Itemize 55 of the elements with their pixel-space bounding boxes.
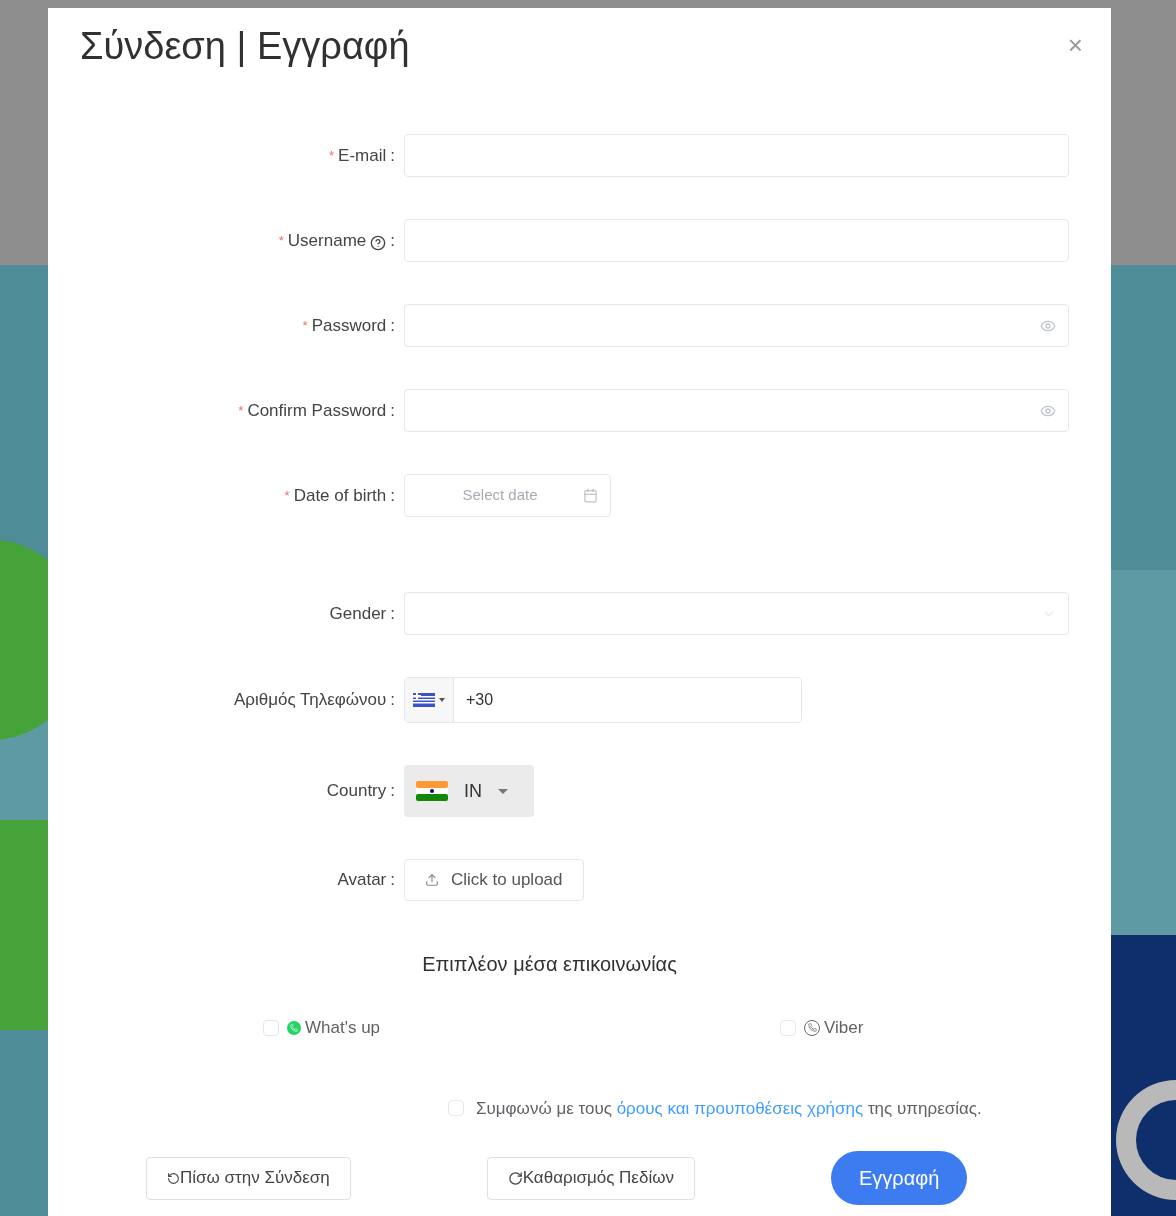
field-label: E-mail	[338, 144, 387, 167]
undo-icon	[167, 1171, 180, 1185]
required-mark: *	[329, 146, 335, 165]
label-colon: :	[390, 314, 395, 337]
terms-text: Συμφωνώ με τους όρους και προυποθέσεις χρήσης της υπηρεσίας.	[476, 1097, 982, 1120]
option-label: Viber	[824, 1017, 864, 1039]
field-label: Gender	[329, 602, 387, 625]
text-field[interactable]	[404, 219, 1069, 262]
field-label: Avatar	[337, 869, 387, 892]
label-colon: :	[390, 869, 395, 892]
flag-icon	[416, 781, 448, 801]
checkbox[interactable]	[448, 1100, 464, 1117]
label-colon: :	[390, 689, 395, 712]
country-select[interactable]: IN	[404, 765, 534, 817]
label-colon: :	[390, 229, 395, 252]
checkbox[interactable]	[263, 1019, 279, 1036]
whatsapp-icon	[287, 1020, 301, 1035]
field-label: Password	[311, 314, 387, 337]
back-button[interactable]: Πίσω στην Σύνδεση	[146, 1156, 351, 1200]
label-colon: :	[390, 484, 395, 507]
required-mark: *	[278, 231, 284, 250]
label-colon: :	[390, 602, 395, 625]
help-icon[interactable]	[370, 234, 387, 251]
option-label: What's up	[305, 1017, 381, 1039]
reset-button[interactable]: Καθαρισμός Πεδίων	[486, 1156, 695, 1200]
field-label: Date of birth	[293, 484, 387, 507]
caret-icon	[439, 698, 445, 702]
upload-icon	[425, 873, 439, 887]
required-mark: *	[284, 486, 290, 505]
dialog-title: Σύνδεση | Εγγραφή	[80, 24, 410, 69]
phone-field[interactable]: +30	[404, 677, 802, 723]
field-label: Username	[287, 229, 367, 252]
date-placeholder: Select date	[461, 485, 539, 506]
field-label: Αριθμός Τηλεφώνου	[233, 689, 387, 712]
phone-value: +30	[465, 690, 494, 710]
field-label: Confirm Password	[247, 399, 387, 422]
register-button[interactable]: Εγγραφή	[830, 1151, 968, 1205]
checkbox[interactable]	[780, 1019, 797, 1036]
password-field[interactable]	[404, 389, 1069, 432]
text-field[interactable]	[404, 134, 1069, 177]
flag-icon	[413, 693, 435, 707]
field-label: Country	[326, 780, 387, 803]
required-mark: *	[238, 401, 244, 420]
required-mark: *	[302, 316, 308, 335]
label-colon: :	[390, 144, 395, 167]
label-colon: :	[390, 399, 395, 422]
label-colon: :	[390, 780, 395, 803]
country-code-dropdown[interactable]	[405, 678, 454, 722]
password-field[interactable]	[404, 304, 1069, 347]
section-heading: Επιπλέον μέσα επικοινωνίας	[421, 952, 678, 977]
caret-icon	[498, 788, 508, 794]
refresh-icon	[507, 1170, 523, 1186]
select-field[interactable]	[404, 592, 1069, 635]
calendar-icon	[583, 488, 598, 503]
upload-button[interactable]: Click to upload	[404, 859, 584, 901]
